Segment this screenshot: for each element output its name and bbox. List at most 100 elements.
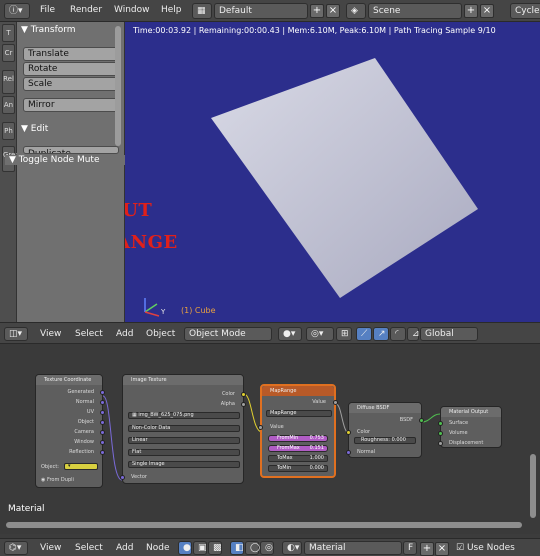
node-editor-vertical-scrollbar[interactable] — [530, 454, 536, 518]
from-max-field[interactable]: FromMax 0.151 — [268, 445, 328, 452]
value-out-socket[interactable] — [333, 400, 338, 405]
node-menu-select[interactable]: Select — [75, 543, 103, 553]
snap-icon[interactable]: ⊞ — [336, 327, 352, 341]
node-menu-add[interactable]: Add — [116, 543, 133, 553]
texture-nodes-icon[interactable]: ▩ — [208, 541, 222, 555]
value-in-socket[interactable] — [258, 425, 263, 430]
normal-socket[interactable] — [100, 400, 105, 405]
uv-socket[interactable] — [100, 410, 105, 415]
info-editor-type-button[interactable]: ⓘ▾ — [4, 3, 30, 19]
object-field[interactable]: ▾ — [64, 463, 98, 470]
node-editor-horizontal-scrollbar[interactable] — [6, 522, 522, 528]
scene-selector[interactable]: Scene — [368, 3, 462, 19]
rotate-manipulator-icon[interactable]: ◜ — [390, 327, 406, 341]
remove-layout-icon[interactable]: × — [326, 4, 340, 18]
color-in-socket[interactable] — [346, 430, 351, 435]
reflection-socket[interactable] — [100, 450, 105, 455]
orientation-selector[interactable]: Global — [420, 327, 478, 341]
viewport-menu-object[interactable]: Object — [146, 329, 175, 339]
color-space-selector[interactable]: Non-Color Data — [128, 425, 240, 432]
camera-socket[interactable] — [100, 430, 105, 435]
add-material-icon[interactable]: + — [420, 542, 434, 556]
volume-in-socket[interactable] — [438, 431, 443, 436]
viewport-menu-view[interactable]: View — [40, 329, 61, 339]
to-max-field[interactable]: ToMax 1.000 — [268, 455, 328, 462]
pivot-selector[interactable]: ◎▾ — [306, 327, 334, 341]
tool-panel-scrollbar[interactable] — [115, 26, 121, 146]
extension-selector[interactable]: Single Image — [128, 461, 240, 468]
tab-animation[interactable]: An — [2, 96, 15, 114]
displacement-in-socket[interactable] — [438, 441, 443, 446]
object-mode-selector[interactable]: Object Mode — [184, 327, 272, 341]
to-min-field[interactable]: ToMin 0.000 — [268, 465, 328, 472]
projection-selector[interactable]: Flat — [128, 449, 240, 456]
overlay-text-map-range: MAP RANGE — [125, 232, 178, 253]
tab-create[interactable]: Cr — [2, 44, 15, 62]
translate-manipulator-icon[interactable]: ↗ — [373, 327, 389, 341]
scene-icon-button[interactable]: ◈ — [346, 3, 366, 19]
texture-coordinate-node[interactable]: Texture Coordinate Generated Normal UV O… — [35, 374, 105, 488]
manipulator-icon[interactable]: ⟋ — [356, 327, 372, 341]
tab-relations[interactable]: Rel — [2, 70, 15, 94]
scale-button[interactable]: Scale — [23, 77, 119, 91]
roughness-field[interactable]: Roughness: 0.000 — [354, 437, 416, 444]
transform-panel-header[interactable]: ▼ Transform — [21, 25, 76, 35]
map-range-node[interactable]: MapRange Value MapRange Value FromMin 0.7… — [258, 384, 338, 478]
viewport-editor-type-button[interactable]: ◫▾ — [4, 327, 28, 341]
remove-scene-icon[interactable]: × — [480, 4, 494, 18]
edit-panel-header[interactable]: ▼ Edit — [21, 124, 48, 134]
node-editor[interactable]: Texture Coordinate Generated Normal UV O… — [0, 344, 540, 534]
menu-help[interactable]: Help — [161, 5, 182, 15]
compositing-nodes-icon[interactable]: ▣ — [193, 541, 207, 555]
tab-tools[interactable]: T — [2, 24, 15, 42]
menu-window[interactable]: Window — [114, 5, 150, 15]
layout-icon-button[interactable]: ▦ — [192, 3, 212, 19]
mirror-button[interactable]: Mirror — [23, 98, 119, 112]
viewport-menu-add[interactable]: Add — [116, 329, 133, 339]
normal-in-socket[interactable] — [346, 450, 351, 455]
scale-manipulator-icon[interactable]: ⊿ — [407, 327, 420, 341]
toggle-node-mute-panel-header[interactable]: ▼ Toggle Node Mute — [5, 155, 125, 165]
material-selector[interactable]: Material — [304, 541, 402, 555]
layout-selector[interactable]: Default — [214, 3, 308, 19]
diffuse-bsdf-node[interactable]: Diffuse BSDF BSDF Color Roughness: 0.000… — [346, 402, 424, 458]
from-dupli-checkbox[interactable]: ◉ From Dupli — [41, 477, 74, 483]
world-shader-icon[interactable]: ◯ — [245, 541, 260, 555]
menu-file[interactable]: File — [40, 5, 55, 15]
window-socket[interactable] — [100, 440, 105, 445]
map-range-group-selector[interactable]: MapRange — [266, 410, 332, 417]
viewport-menu-select[interactable]: Select — [75, 329, 103, 339]
node-editor-type-button[interactable]: ⌬▾ — [4, 541, 28, 555]
object-socket[interactable] — [100, 420, 105, 425]
linestyle-shader-icon[interactable]: ◎ — [260, 541, 274, 555]
node-menu-node[interactable]: Node — [146, 543, 170, 553]
duplicate-button-partial[interactable]: Duplicate — [23, 146, 119, 154]
remove-material-icon[interactable]: × — [435, 542, 449, 556]
vector-in-socket[interactable] — [120, 475, 125, 480]
from-min-field[interactable]: FromMin 0.753 — [268, 435, 328, 442]
tab-physics[interactable]: Ph — [2, 122, 15, 140]
fake-user-button[interactable]: F — [403, 541, 417, 555]
shading-selector[interactable]: ●▾ — [278, 327, 302, 341]
add-layout-icon[interactable]: + — [310, 4, 324, 18]
image-texture-node[interactable]: Image Texture Color Alpha ▦ img_BW_625_0… — [120, 374, 246, 484]
add-scene-icon[interactable]: + — [464, 4, 478, 18]
material-browse-icon[interactable]: ◐▾ — [282, 541, 302, 555]
rotate-button[interactable]: Rotate — [23, 62, 119, 76]
translate-button[interactable]: Translate — [23, 47, 119, 61]
render-engine-selector[interactable]: Cycles — [510, 3, 540, 19]
node-menu-view[interactable]: View — [40, 543, 61, 553]
menu-render[interactable]: Render — [70, 5, 102, 15]
surface-in-socket[interactable] — [438, 421, 443, 426]
generated-socket[interactable] — [100, 390, 105, 395]
3d-viewport[interactable]: Time:00:03.92 | Remaining:00:00.43 | Mem… — [125, 22, 540, 322]
image-selector[interactable]: ▦ img_BW_625_075.png — [128, 412, 240, 419]
object-shader-icon[interactable]: ◧ — [230, 541, 244, 555]
alpha-out-socket[interactable] — [241, 402, 246, 407]
use-nodes-checkbox[interactable]: ☑ Use Nodes — [456, 543, 515, 553]
material-output-node[interactable]: Material Output Surface Volume Displacem… — [438, 406, 502, 448]
bsdf-out-socket[interactable] — [419, 418, 424, 423]
interpolation-selector[interactable]: Linear — [128, 437, 240, 444]
color-out-socket[interactable] — [241, 392, 246, 397]
shader-nodes-icon[interactable]: ● — [178, 541, 192, 555]
